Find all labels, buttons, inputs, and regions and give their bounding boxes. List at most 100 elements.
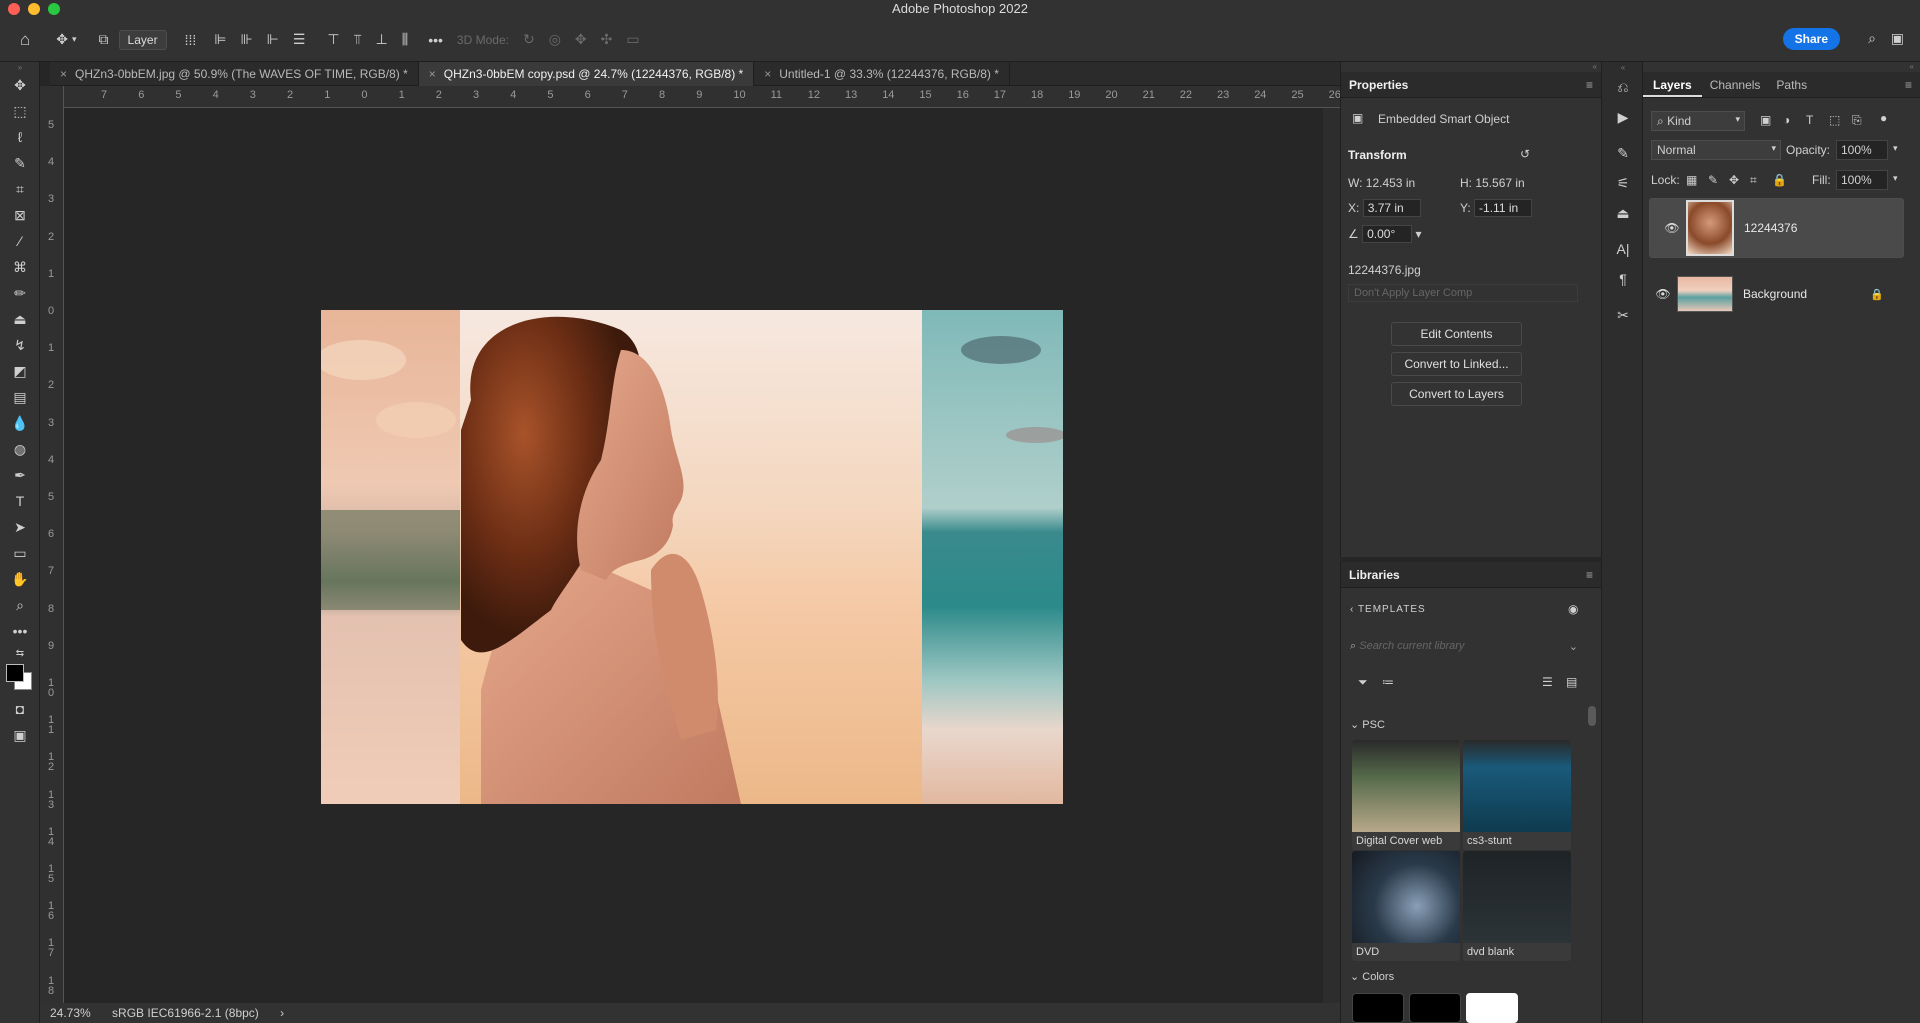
layer-row[interactable]: 👁 12244376 <box>1649 198 1904 258</box>
user-icon[interactable]: ◉ <box>1568 602 1578 616</box>
minimize-window-button[interactable] <box>28 3 40 15</box>
layer-name[interactable]: 12244376 <box>1744 221 1797 235</box>
panel-menu-icon[interactable]: ≡ <box>1586 562 1593 588</box>
adjustments-icon[interactable]: ⚟ <box>1602 168 1644 198</box>
chevron-down-icon[interactable]: ▾ <box>1893 143 1898 154</box>
quick-select-tool-icon[interactable]: ✎ <box>0 150 40 176</box>
color-swatch[interactable] <box>1466 993 1518 1023</box>
home-icon[interactable]: ⌂ <box>20 30 30 50</box>
rectangle-tool-icon[interactable]: ▭ <box>0 540 40 566</box>
roll-3d-icon[interactable]: ◎ <box>549 31 561 48</box>
fill-field[interactable]: 100% <box>1836 170 1888 190</box>
width-value[interactable]: W: 12.453 in <box>1348 176 1415 190</box>
close-window-button[interactable] <box>8 3 20 15</box>
tab-layers[interactable]: Layers <box>1643 72 1702 97</box>
filter-toggle-icon[interactable]: ● <box>1880 111 1887 125</box>
zoom-tool-icon[interactable]: ⌕ <box>0 592 40 618</box>
reset-transform-icon[interactable]: ↺ <box>1520 147 1530 161</box>
sort-icon[interactable]: ≔ <box>1382 675 1394 689</box>
lock-position-icon[interactable]: ✥ <box>1729 173 1739 187</box>
share-button[interactable]: Share <box>1782 28 1840 50</box>
tab-document-2[interactable]: × QHZn3-0bbEM copy.psd @ 24.7% (12244376,… <box>418 62 755 86</box>
visibility-eye-icon[interactable]: 👁 <box>1649 287 1677 301</box>
libraries-title[interactable]: Libraries <box>1349 568 1400 582</box>
blend-mode-select[interactable]: Normal ▾ <box>1651 140 1781 160</box>
color-swatch[interactable] <box>1352 993 1404 1023</box>
x-field[interactable]: 3.77 in <box>1362 199 1421 217</box>
lock-artboard-icon[interactable]: ⌗ <box>1750 173 1757 188</box>
tab-paths[interactable]: Paths <box>1768 72 1815 97</box>
document-image[interactable] <box>321 310 1063 804</box>
hand-tool-icon[interactable]: ✋ <box>0 566 40 592</box>
lock-all-icon[interactable]: 🔒 <box>1772 173 1787 187</box>
chevron-down-icon[interactable]: ▾ <box>1415 227 1421 241</box>
collapse-icon[interactable]: » <box>0 62 40 72</box>
convert-to-linked-button[interactable]: Convert to Linked... <box>1391 352 1522 376</box>
history-icon[interactable]: ⎌ <box>1602 72 1644 102</box>
move-tool-icon[interactable]: ✥ <box>0 72 40 98</box>
marquee-tool-icon[interactable]: ⬚ <box>0 98 40 124</box>
filter-shape-icon[interactable]: ⬚ <box>1829 113 1840 127</box>
panel-menu-icon[interactable]: ≡ <box>1905 72 1912 98</box>
edit-contents-button[interactable]: Edit Contents <box>1391 322 1522 346</box>
lasso-tool-icon[interactable]: ℓ <box>0 124 40 150</box>
angle-field[interactable]: 0.00° <box>1362 225 1413 243</box>
collapse-icon[interactable]: « <box>1602 62 1644 72</box>
color-swatches[interactable] <box>0 662 40 696</box>
search-icon[interactable]: ⌕ <box>1868 30 1876 47</box>
tab-document-3[interactable]: × Untitled-1 @ 33.3% (12244376, RGB/8) * <box>754 62 1010 86</box>
layer-comp-select[interactable]: Don't Apply Layer Comp <box>1348 284 1578 302</box>
distribute-vertical-icon[interactable]: ⫼ <box>402 31 408 48</box>
vertical-ruler[interactable]: 5432101234567891 01 11 21 31 41 51 61 71… <box>40 86 64 1006</box>
library-breadcrumb[interactable]: ‹ TEMPLATES <box>1350 604 1426 615</box>
scale-3d-icon[interactable]: ▭ <box>626 31 639 48</box>
height-value[interactable]: H: 15.567 in <box>1460 176 1525 190</box>
list-view-icon[interactable]: ☰ <box>1542 675 1553 689</box>
filter-adjustment-icon[interactable]: ◑ <box>1783 113 1790 127</box>
collapse-icon[interactable]: « <box>1341 62 1601 72</box>
eyedropper-tool-icon[interactable]: ⁄ <box>0 228 40 254</box>
brush-tool-icon[interactable]: ✏ <box>0 280 40 306</box>
colors-group[interactable]: ⌄ Colors <box>1350 970 1394 983</box>
chevron-down-icon[interactable]: ▾ <box>72 34 77 45</box>
brush-settings-icon[interactable]: ✎ <box>1602 138 1644 168</box>
crop-tool-icon[interactable]: ⌗ <box>0 176 40 202</box>
align-bottom-icon[interactable]: ⊥ <box>376 31 388 48</box>
chevron-left-icon[interactable]: ‹ <box>1350 604 1354 615</box>
convert-to-layers-button[interactable]: Convert to Layers <box>1391 382 1522 406</box>
layer-name[interactable]: Background <box>1743 287 1807 301</box>
maximize-window-button[interactable] <box>48 3 60 15</box>
quick-mask-icon[interactable]: ◘ <box>0 696 40 722</box>
close-tab-icon[interactable]: × <box>764 67 771 81</box>
filter-pixel-icon[interactable]: ▣ <box>1760 113 1771 127</box>
close-tab-icon[interactable]: × <box>60 67 67 81</box>
opacity-field[interactable]: 100% <box>1836 140 1888 160</box>
align-top-icon[interactable]: ⊤ <box>327 31 339 48</box>
tab-channels[interactable]: Channels <box>1702 72 1769 97</box>
filter-type-icon[interactable]: T <box>1806 113 1813 127</box>
workspace-icon[interactable]: ▣ <box>1891 30 1904 47</box>
lock-pixels-icon[interactable]: ✎ <box>1708 173 1718 187</box>
chevron-down-icon[interactable]: ⌄ <box>1569 640 1578 653</box>
clone-source-icon[interactable]: ⏏ <box>1602 198 1644 228</box>
history-brush-tool-icon[interactable]: ↯ <box>0 332 40 358</box>
type-tool-icon[interactable]: T <box>0 488 40 514</box>
align-center-icon[interactable]: ⊪ <box>240 31 252 48</box>
lock-icon[interactable]: 🔒 <box>1870 288 1884 301</box>
auto-select-icon[interactable]: ⧉ <box>99 31 109 48</box>
paragraph-icon[interactable]: ¶ <box>1602 264 1644 294</box>
grid-view-icon[interactable]: ▤ <box>1566 675 1577 689</box>
filter-kind-select[interactable]: ⌕ Kind ▾ <box>1651 111 1745 131</box>
psc-group[interactable]: ⌄ PSC <box>1350 718 1385 731</box>
panel-menu-icon[interactable]: ≡ <box>1586 72 1593 98</box>
edit-toolbar-icon[interactable]: ••• <box>0 618 40 644</box>
library-search[interactable]: ⌕ Search current library ⌄ <box>1350 640 1580 653</box>
align-right-icon[interactable]: ⊩ <box>267 31 279 48</box>
zoom-level[interactable]: 24.73% <box>50 1006 91 1020</box>
filter-smart-object-icon[interactable]: ⎘ <box>1852 113 1862 128</box>
color-swatch[interactable] <box>1409 993 1461 1023</box>
horizontal-ruler[interactable]: 7 6 5 4 3 2 1 0 1 2 3 4 5 6 7 8 9 10 11 12 13 14 15 16 17 18 19 20 2… <box>64 86 1341 108</box>
screen-mode-icon[interactable]: ▣ <box>0 722 40 748</box>
library-item[interactable]: DVD <box>1352 851 1460 961</box>
tab-document-1[interactable]: × QHZn3-0bbEM.jpg @ 50.9% (The WAVES OF T… <box>50 62 419 86</box>
